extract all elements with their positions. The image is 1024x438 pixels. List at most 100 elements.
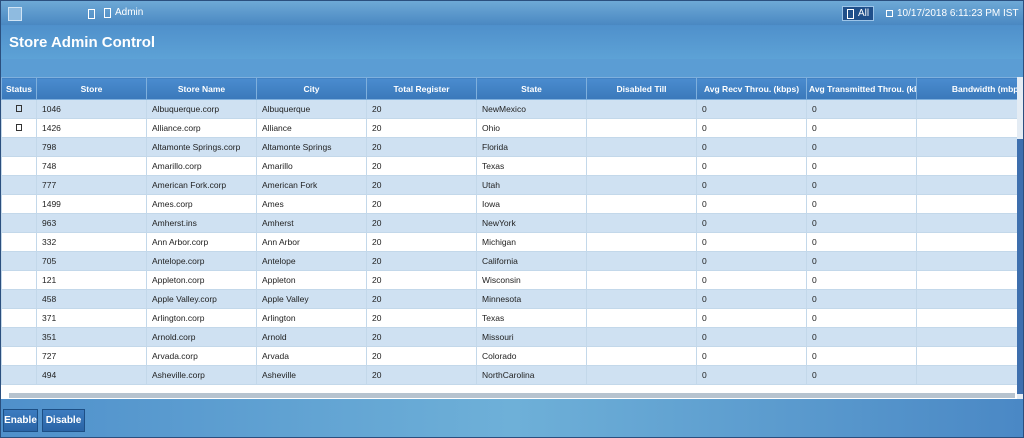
vertical-scrollbar-thumb[interactable] [1017, 139, 1023, 394]
cell-store: 777 [36, 175, 147, 195]
cell-recv: 0 [696, 289, 807, 309]
table-row[interactable]: 494 Asheville.corp Asheville 20 NorthCarolin… [1, 365, 1017, 385]
table-row[interactable]: 705 Antelope.corp Antelope 20 California 0 0 [1, 251, 1017, 271]
enable-button[interactable]: Enable [3, 409, 38, 432]
status-cell[interactable] [1, 156, 37, 176]
cell-bw [916, 156, 1017, 176]
footer-bar: Enable Disable [1, 399, 1023, 437]
cell-trans: 0 [806, 156, 917, 176]
table-row[interactable]: 963 Amherst.ins Amherst 20 NewYork 0 0 [1, 213, 1017, 233]
cell-state: Ohio [476, 118, 587, 138]
column-header[interactable]: Avg Recv Throu. (kbps) [696, 77, 807, 100]
cell-store: 1046 [36, 99, 147, 119]
cell-disabled [586, 213, 697, 233]
cell-disabled [586, 232, 697, 252]
cell-name: Amarillo.corp [146, 156, 257, 176]
store-table: Status Store Store Name City Total Register S… [1, 77, 1017, 385]
column-header[interactable]: Bandwidth (mbps) [916, 77, 1017, 100]
cell-registers: 20 [366, 270, 477, 290]
column-header[interactable]: State [476, 77, 587, 100]
cell-disabled [586, 251, 697, 271]
cell-trans: 0 [806, 327, 917, 347]
table-row[interactable]: 798 Altamonte Springs.corp Altamonte Sprin… [1, 137, 1017, 157]
table-header-row: Status Store Store Name City Total Register S… [1, 77, 1017, 100]
datetime-text: 10/17/2018 6:11:23 PM IST [897, 8, 1019, 19]
status-cell[interactable] [1, 213, 37, 233]
column-header[interactable]: Disabled Till [586, 77, 697, 100]
all-button[interactable]: All [842, 6, 874, 21]
breadcrumb-admin[interactable]: Admin [115, 7, 143, 18]
cell-city: Arnold [256, 327, 367, 347]
status-cell[interactable] [1, 270, 37, 290]
table-row[interactable]: 1426 Alliance.corp Alliance 20 Ohio 0 0 [1, 118, 1017, 138]
table-row[interactable]: 777 American Fork.corp American Fork 20 Utah… [1, 175, 1017, 195]
cell-trans: 0 [806, 270, 917, 290]
breadcrumb[interactable]: Admin [104, 7, 143, 18]
table-row[interactable]: 371 Arlington.corp Arlington 20 Texas 0 0 [1, 308, 1017, 328]
table-row[interactable]: 332 Ann Arbor.corp Ann Arbor 20 Michigan 0 0 [1, 232, 1017, 252]
cell-name: Albuquerque.corp [146, 99, 257, 119]
store-grid: Status Store Store Name City Total Register S… [1, 77, 1017, 399]
cell-bw [916, 175, 1017, 195]
top-bar: Admin All 10/17/2018 6:11:23 PM IST [1, 1, 1023, 25]
cell-state: California [476, 251, 587, 271]
cell-state: Missouri [476, 327, 587, 347]
cell-registers: 20 [366, 365, 477, 385]
cell-store: 1499 [36, 194, 147, 214]
status-cell[interactable] [1, 118, 37, 138]
cell-bw [916, 251, 1017, 271]
cell-city: Apple Valley [256, 289, 367, 309]
cell-disabled [586, 270, 697, 290]
status-cell[interactable] [1, 327, 37, 347]
column-header[interactable]: Store Name [146, 77, 257, 100]
cell-recv: 0 [696, 213, 807, 233]
column-header[interactable]: Total Register [366, 77, 477, 100]
disable-button[interactable]: Disable [42, 409, 85, 432]
column-header[interactable]: Status [1, 77, 37, 100]
status-cell[interactable] [1, 232, 37, 252]
table-row[interactable]: 351 Arnold.corp Arnold 20 Missouri 0 0 [1, 327, 1017, 347]
column-header[interactable]: City [256, 77, 367, 100]
status-cell[interactable] [1, 346, 37, 366]
table-row[interactable]: 1499 Ames.corp Ames 20 Iowa 0 0 [1, 194, 1017, 214]
cell-bw [916, 346, 1017, 366]
status-cell[interactable] [1, 251, 37, 271]
status-cell[interactable] [1, 289, 37, 309]
cell-state: Texas [476, 308, 587, 328]
cell-disabled [586, 327, 697, 347]
cell-state: NewMexico [476, 99, 587, 119]
table-row[interactable]: 121 Appleton.corp Appleton 20 Wisconsin 0 0 [1, 270, 1017, 290]
status-cell[interactable] [1, 194, 37, 214]
cell-city: American Fork [256, 175, 367, 195]
page-title: Store Admin Control [9, 34, 156, 51]
status-cell[interactable] [1, 365, 37, 385]
table-row[interactable]: 458 Apple Valley.corp Apple Valley 20 Minnes… [1, 289, 1017, 309]
cell-state: Michigan [476, 232, 587, 252]
status-cell[interactable] [1, 137, 37, 157]
table-row[interactable]: 748 Amarillo.corp Amarillo 20 Texas 0 0 [1, 156, 1017, 176]
cell-bw [916, 99, 1017, 119]
cell-name: Arlington.corp [146, 308, 257, 328]
cell-recv: 0 [696, 99, 807, 119]
status-cell[interactable] [1, 308, 37, 328]
table-row[interactable]: 1046 Albuquerque.corp Albuquerque 20 NewMexi… [1, 99, 1017, 119]
cell-state: NewYork [476, 213, 587, 233]
cell-recv: 0 [696, 346, 807, 366]
cell-store: 748 [36, 156, 147, 176]
cell-name: Amherst.ins [146, 213, 257, 233]
menu-icon[interactable] [88, 9, 95, 19]
row-checkbox[interactable] [16, 124, 22, 131]
cell-trans: 0 [806, 346, 917, 366]
cell-city: Arvada [256, 346, 367, 366]
row-checkbox[interactable] [16, 105, 22, 112]
status-cell[interactable] [1, 175, 37, 195]
cell-name: Alliance.corp [146, 118, 257, 138]
horizontal-scrollbar[interactable] [9, 393, 1015, 398]
status-cell[interactable] [1, 99, 37, 119]
cell-city: Antelope [256, 251, 367, 271]
table-row[interactable]: 727 Arvada.corp Arvada 20 Colorado 0 0 [1, 346, 1017, 366]
cell-disabled [586, 99, 697, 119]
cell-city: Amherst [256, 213, 367, 233]
column-header[interactable]: Store [36, 77, 147, 100]
column-header[interactable]: Avg Transmitted Throu. (kbps) [806, 77, 917, 100]
